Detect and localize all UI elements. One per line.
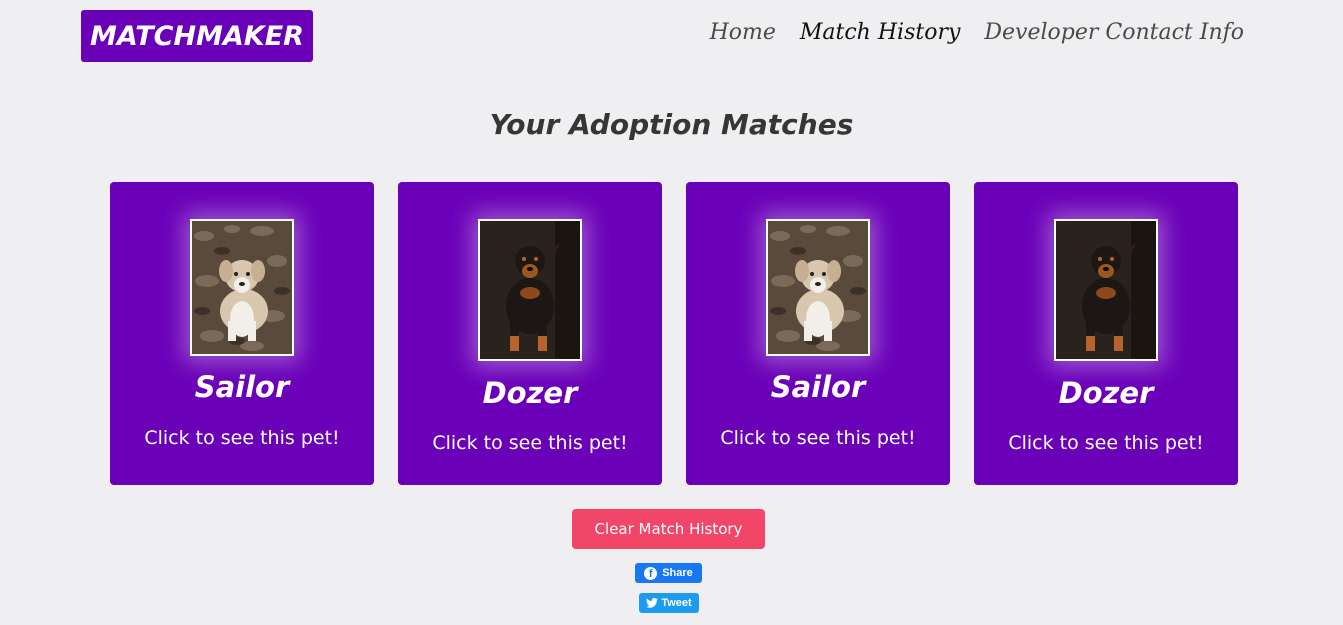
pet-name: Dozer	[1058, 376, 1154, 410]
clear-match-history-button[interactable]: Clear Match History	[572, 509, 765, 549]
page-title: Your Adoption Matches	[489, 108, 854, 141]
dog-photo	[190, 219, 294, 356]
nav-home[interactable]: Home	[710, 20, 776, 45]
twitter-tweet-button[interactable]: Tweet	[639, 593, 699, 613]
brand-logo[interactable]: MATCHMAKER	[81, 10, 313, 62]
nav-match-history[interactable]: Match History	[800, 20, 961, 45]
pet-name: Sailor	[770, 370, 866, 404]
twitter-bird-icon	[646, 598, 659, 608]
dog-photo	[1054, 219, 1158, 361]
pet-name: Dozer	[482, 376, 578, 410]
match-card[interactable]: Dozer Click to see this pet!	[398, 182, 662, 485]
match-card[interactable]: Sailor Click to see this pet!	[110, 182, 374, 485]
pet-link-text[interactable]: Click to see this pet!	[110, 427, 374, 449]
pet-link-text[interactable]: Click to see this pet!	[974, 432, 1238, 454]
facebook-share-button[interactable]: f Share	[635, 563, 702, 583]
main-nav: Home Match History Developer Contact Inf…	[710, 20, 1244, 45]
dog-photo	[478, 219, 582, 361]
pet-link-text[interactable]: Click to see this pet!	[398, 432, 662, 454]
match-card[interactable]: Sailor Click to see this pet!	[686, 182, 950, 485]
pet-name: Sailor	[194, 370, 290, 404]
match-cards: Sailor Click to see this pet! Dozer Clic…	[110, 182, 1238, 485]
share-label: Share	[662, 567, 693, 579]
nav-developer-contact-info[interactable]: Developer Contact Info	[984, 20, 1244, 45]
tweet-label: Tweet	[661, 597, 692, 609]
facebook-icon: f	[644, 566, 658, 580]
dog-photo	[766, 219, 870, 356]
pet-link-text[interactable]: Click to see this pet!	[686, 427, 950, 449]
match-card[interactable]: Dozer Click to see this pet!	[974, 182, 1238, 485]
